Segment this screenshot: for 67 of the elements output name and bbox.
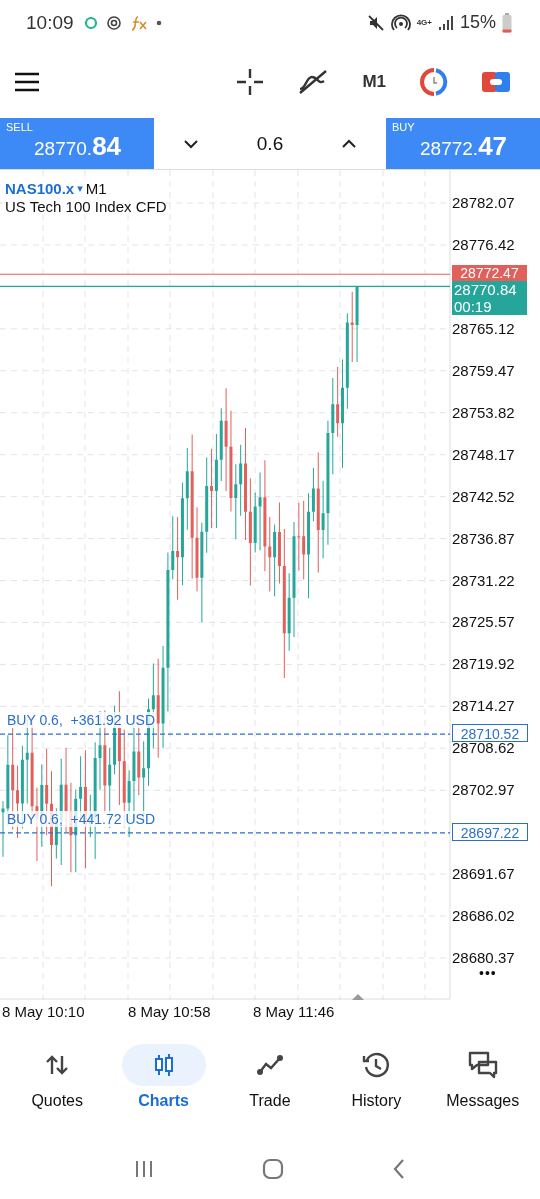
nav-tab[interactable]: Quotes <box>9 1044 106 1124</box>
more-button[interactable]: ••• <box>479 965 497 981</box>
nav-tab[interactable]: Messages <box>434 1044 531 1124</box>
price-tick: 28686.02 <box>452 908 515 924</box>
nav-tab[interactable]: Trade <box>221 1044 318 1124</box>
trade-toggle-icon[interactable] <box>482 69 510 94</box>
home-icon[interactable] <box>262 1158 284 1180</box>
mute-icon <box>366 13 385 32</box>
network-type: 4G+ <box>416 18 432 27</box>
battery-icon <box>502 12 512 33</box>
arrows-icon <box>45 1054 70 1076</box>
ask-price-label: 28772.47 <box>452 265 527 282</box>
price-tick: 28765.12 <box>452 320 515 336</box>
line-chart-icon <box>255 1054 284 1076</box>
price-tick: 28776.42 <box>452 236 515 252</box>
dot-icon <box>155 19 162 26</box>
symbol-description: US Tech 100 Index CFD <box>5 198 167 215</box>
time-tick: 8 May 10:10 <box>2 1003 85 1020</box>
order-line[interactable] <box>0 832 451 834</box>
increase-icon[interactable] <box>341 138 358 149</box>
clock-icon[interactable] <box>420 67 448 96</box>
symbol-name[interactable]: NAS100.x <box>5 180 75 197</box>
bid-price: 28770.84 <box>454 281 518 299</box>
price-tick: 28719.92 <box>452 656 515 672</box>
price-tick: 28680.37 <box>452 950 515 965</box>
nav-tab[interactable]: Charts <box>115 1044 212 1124</box>
history-icon <box>362 1051 391 1079</box>
time-tick: 8 May 11:46 <box>253 1003 335 1020</box>
price-tick: 28708.62 <box>452 740 515 756</box>
price-tick: 28748.17 <box>452 446 515 462</box>
price-tick: 28782.07 <box>452 195 515 210</box>
scroll-marker-icon[interactable] <box>352 994 364 1000</box>
clock-time: 10:09 <box>26 11 74 34</box>
recent-apps-icon[interactable] <box>134 1159 154 1179</box>
nav-tab[interactable]: History <box>328 1044 425 1124</box>
spiral-icon <box>105 14 122 31</box>
order-label[interactable]: BUY 0.6, +441.72 USD <box>7 810 155 827</box>
menu-icon[interactable] <box>14 71 40 92</box>
dropdown-arrow[interactable]: ▾ <box>77 182 83 195</box>
order-price-label: 28697.22 <box>452 822 528 841</box>
crosshair-icon[interactable] <box>236 67 265 96</box>
price-tick: 28753.82 <box>452 404 515 420</box>
bar-countdown: 00:19 <box>454 298 493 316</box>
price-tick: 28731.22 <box>452 572 515 588</box>
decrease-icon[interactable] <box>182 138 199 149</box>
chart-timeframe: M1 <box>85 180 107 197</box>
messages-icon <box>466 1050 499 1080</box>
timeframe-button[interactable]: M1 <box>362 71 386 92</box>
price-tick: 28691.67 <box>452 866 515 882</box>
price-tick: 28742.52 <box>452 488 515 504</box>
fx-icon <box>129 14 148 31</box>
order-price-label: 28710.52 <box>452 724 528 743</box>
back-icon[interactable] <box>392 1158 406 1180</box>
signal-icon <box>437 14 454 31</box>
indicator-icon[interactable] <box>298 68 329 95</box>
price-tick: 28702.97 <box>452 782 515 798</box>
order-line[interactable] <box>0 733 451 735</box>
price-tick: 28725.57 <box>452 614 515 630</box>
order-label[interactable]: BUY 0.6, +361.92 USD <box>7 712 155 729</box>
volume-value[interactable]: 0.6 <box>256 132 284 155</box>
time-tick: 8 May 10:58 <box>128 1003 211 1020</box>
ring-icon <box>83 15 98 30</box>
price-tick: 28736.87 <box>452 530 515 546</box>
battery-percent: 15% <box>459 12 496 33</box>
price-tick: 28759.47 <box>452 362 515 378</box>
hotspot-icon <box>390 13 411 32</box>
price-tick: 28714.27 <box>452 698 515 714</box>
